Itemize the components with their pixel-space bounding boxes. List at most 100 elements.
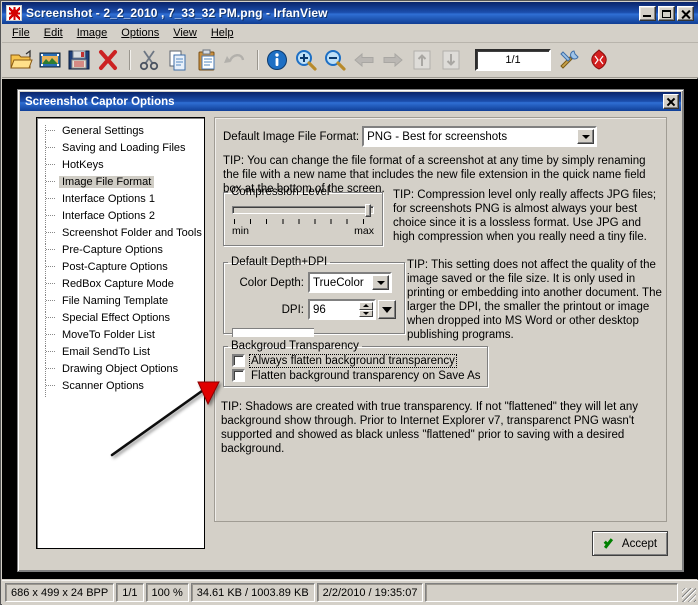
tree-item-special-effect-options[interactable]: Special Effect Options xyxy=(37,309,204,329)
status-filesize: 34.61 KB / 1003.89 KB xyxy=(190,583,315,602)
color-depth-value: TrueColor xyxy=(313,276,364,289)
last-icon[interactable] xyxy=(438,47,464,73)
default-format-label: Default Image File Format: xyxy=(223,130,360,143)
tree-branch-icon xyxy=(45,295,59,312)
checkmark-icon xyxy=(603,537,617,550)
menu-help[interactable]: Help xyxy=(204,25,241,41)
tree-item-drawing-object-options[interactable]: Drawing Object Options xyxy=(37,360,204,380)
compression-slider[interactable]: min max xyxy=(232,204,374,244)
slider-max-label: max xyxy=(354,225,374,237)
paste-icon[interactable] xyxy=(194,47,220,73)
dpi-stepper[interactable]: 96 xyxy=(308,299,376,320)
slider-track[interactable] xyxy=(232,206,374,214)
background-legend: Backgroud Transparency xyxy=(231,340,359,352)
dialog-titlebar: Screenshot Captor Options xyxy=(20,92,681,111)
menu-image[interactable]: Image xyxy=(70,25,115,41)
always-flatten-label: Always flatten background transparency xyxy=(249,353,457,368)
tree-branch-icon xyxy=(45,278,59,295)
tree-item-screenshot-folder-and-tools[interactable]: Screenshot Folder and Tools xyxy=(37,224,204,244)
previous-icon[interactable] xyxy=(351,47,377,73)
tree-branch-icon xyxy=(45,244,59,261)
status-page: 1/1 xyxy=(116,583,144,602)
toolbar-separator xyxy=(257,50,259,70)
dpi-value: 96 xyxy=(313,303,326,316)
default-image-file-format-row: Default Image File Format: PNG - Best fo… xyxy=(215,118,666,147)
tree-item-email-sendto-list[interactable]: Email SendTo List xyxy=(37,343,204,363)
color-depth-combo[interactable]: TrueColor xyxy=(308,272,392,293)
menu-file[interactable]: File xyxy=(5,25,37,41)
menu-options[interactable]: Options xyxy=(114,25,166,41)
tree-item-pre-capture-options[interactable]: Pre-Capture Options xyxy=(37,241,204,261)
save-icon[interactable] xyxy=(66,47,92,73)
effects-icon[interactable] xyxy=(586,47,612,73)
undo-icon[interactable] xyxy=(223,47,249,73)
toolbar-separator xyxy=(129,50,131,70)
tree-branch-icon xyxy=(45,142,59,159)
tree-branch-icon xyxy=(45,261,59,278)
tree-item-moveto-folder-list[interactable]: MoveTo Folder List xyxy=(37,326,204,346)
default-format-combo[interactable]: PNG - Best for screenshots xyxy=(362,126,598,147)
chevron-down-icon[interactable] xyxy=(577,129,595,144)
options-tree[interactable]: General Settings Saving and Loading File… xyxy=(36,117,205,549)
info-icon[interactable] xyxy=(264,47,290,73)
compression-tip-text: TIP: Compression level only really affec… xyxy=(393,189,657,243)
background-transparency-group: Backgroud Transparency Always flatten ba… xyxy=(223,340,488,387)
default-depth-dpi-group: Default Depth+DPI Color Depth: TrueColor… xyxy=(223,256,405,337)
tree-item-post-capture-options[interactable]: Post-Capture Options xyxy=(37,258,204,278)
thumbnails-icon[interactable] xyxy=(37,47,63,73)
menu-edit[interactable]: Edit xyxy=(37,25,70,41)
default-format-value: PNG - Best for screenshots xyxy=(367,130,508,143)
tree-item-interface-options-1[interactable]: Interface Options 1 xyxy=(37,190,204,210)
tree-item-image-file-format[interactable]: Image File Format xyxy=(37,173,204,193)
first-icon[interactable] xyxy=(409,47,435,73)
always-flatten-checkbox[interactable] xyxy=(232,354,245,367)
tree-branch-icon xyxy=(45,125,59,142)
settings-icon[interactable] xyxy=(557,47,583,73)
next-icon[interactable] xyxy=(380,47,406,73)
chevron-down-icon[interactable] xyxy=(372,275,389,290)
slider-thumb[interactable] xyxy=(365,204,371,217)
tree-item-scanner-options[interactable]: Scanner Options xyxy=(37,377,204,397)
tree-item-general-settings[interactable]: General Settings xyxy=(37,122,204,142)
close-button[interactable] xyxy=(677,5,694,21)
maximize-button[interactable] xyxy=(658,5,675,21)
dpi-increment-button[interactable] xyxy=(359,302,373,310)
color-depth-label: Color Depth: xyxy=(239,276,304,289)
tree-branch-icon xyxy=(45,363,59,380)
always-flatten-checkbox-row[interactable]: Always flatten background transparency xyxy=(232,353,487,368)
toolbar: 1/1 xyxy=(2,43,698,78)
window-titlebar: Screenshot - 2_2_2010 , 7_33_32 PM.png -… xyxy=(2,2,698,24)
cut-icon[interactable] xyxy=(136,47,162,73)
tree-item-file-naming-template[interactable]: File Naming Template xyxy=(37,292,204,312)
compression-legend: Compression Level xyxy=(231,186,330,198)
dpi-dropdown-button[interactable] xyxy=(378,300,396,319)
accept-button[interactable]: Accept xyxy=(592,531,668,556)
tree-item-redbox-capture-mode[interactable]: RedBox Capture Mode xyxy=(37,275,204,295)
tree-item-saving-and-loading-files[interactable]: Saving and Loading Files xyxy=(37,139,204,159)
zoom-in-icon[interactable] xyxy=(293,47,319,73)
minimize-button[interactable] xyxy=(639,5,656,21)
statusbar: 686 x 499 x 24 BPP 1/1 100 % 34.61 KB / … xyxy=(2,580,698,605)
tree-item-hotkeys[interactable]: HotKeys xyxy=(37,156,204,176)
dialog-title: Screenshot Captor Options xyxy=(25,95,175,108)
flatten-on-saveas-checkbox[interactable] xyxy=(232,369,245,382)
depth-tip-text: TIP: This setting does not affect the qu… xyxy=(407,259,662,341)
dialog-close-button[interactable] xyxy=(663,94,679,109)
tree-item-interface-options-2[interactable]: Interface Options 2 xyxy=(37,207,204,227)
status-dimensions: 686 x 499 x 24 BPP xyxy=(5,583,115,602)
dpi-spinner-buttons[interactable] xyxy=(359,302,373,317)
status-extra xyxy=(425,583,678,602)
options-pane: Default Image File Format: PNG - Best fo… xyxy=(214,117,667,522)
copy-icon[interactable] xyxy=(165,47,191,73)
zoom-out-icon[interactable] xyxy=(322,47,348,73)
delete-icon[interactable] xyxy=(95,47,121,73)
open-icon[interactable] xyxy=(8,47,34,73)
flatten-on-saveas-checkbox-row[interactable]: Flatten background transparency on Save … xyxy=(232,369,487,382)
tree-branch-icon xyxy=(45,227,59,244)
dpi-decrement-button[interactable] xyxy=(359,309,373,317)
tree-branch-icon xyxy=(45,346,59,363)
slider-ticks xyxy=(234,219,372,224)
page-number-field[interactable]: 1/1 xyxy=(475,49,551,71)
resize-grip[interactable] xyxy=(682,588,696,602)
menu-view[interactable]: View xyxy=(166,25,204,41)
